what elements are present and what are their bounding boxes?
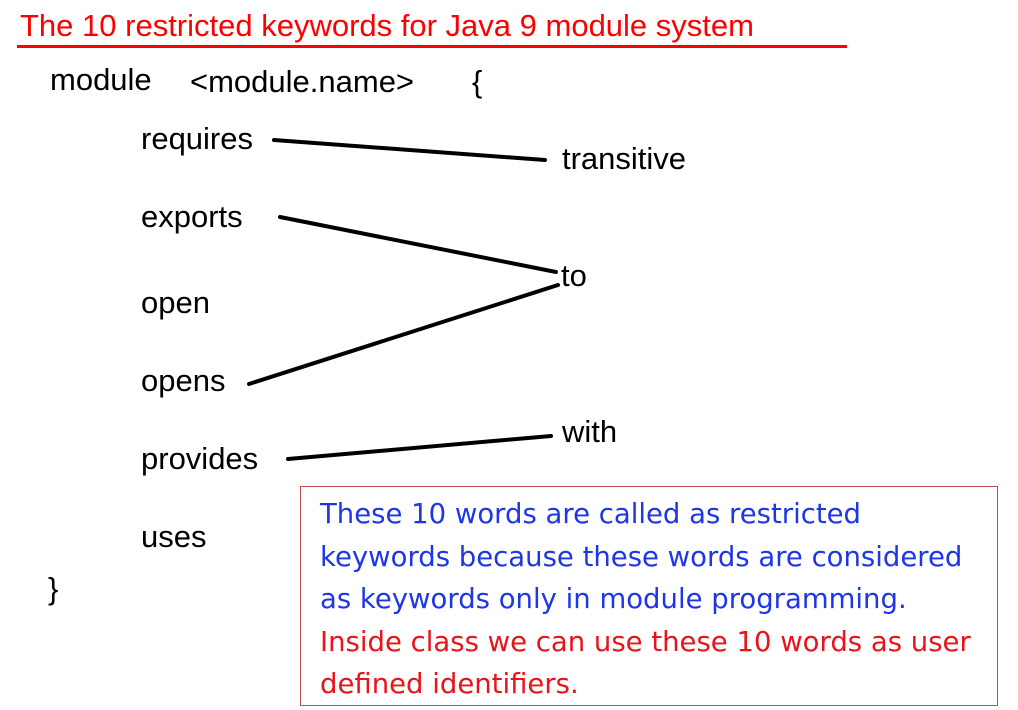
keyword-opens: opens [141,363,226,398]
connector-opens-to [247,283,560,386]
keyword-provides: provides [141,441,259,476]
keyword-exports: exports [141,199,243,234]
connector-requires-transitive [272,138,547,162]
note-line-blue-3: as keywords only in module programming. [320,583,907,615]
connector-provides-with [286,434,553,461]
note-line-blue-2: keywords because these words are conside… [320,540,963,573]
note-box: These 10 words are called as restricted … [300,486,998,706]
keyword-with: with [562,414,618,449]
keyword-to: to [561,258,587,293]
note-line-red-2: defined identifiers. [320,668,579,700]
keyword-uses: uses [141,519,207,554]
open-brace: { [472,64,483,99]
note-line-red-1: Inside class we can use these 10 words a… [320,625,971,658]
connector-exports-to [278,215,558,274]
module-name-placeholder: <module.name> [190,64,415,99]
note-line-blue-1: These 10 words are called as restricted [320,498,861,530]
close-brace: } [48,571,59,606]
keyword-requires: requires [141,121,253,156]
keyword-transitive: transitive [562,141,687,176]
page-title: The 10 restricted keywords for Java 9 mo… [20,8,754,43]
keyword-open: open [141,285,210,320]
title-underline [17,45,847,48]
module-keyword: module [50,62,152,97]
